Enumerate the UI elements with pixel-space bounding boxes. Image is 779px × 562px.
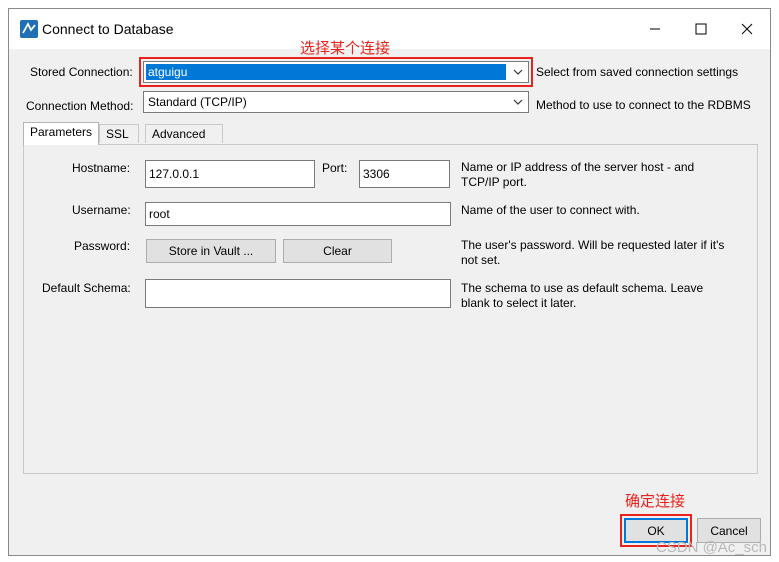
parameters-panel-body: Hostname: 127.0.0.1 Port: 3306 Name or I…: [24, 145, 757, 473]
annotation-confirm-connection: 确定连接: [625, 493, 686, 510]
annotation-select-connection: 选择某个连接: [300, 40, 391, 57]
clear-password-button[interactable]: Clear: [283, 239, 392, 263]
minimize-button[interactable]: [632, 9, 678, 49]
close-button[interactable]: [724, 9, 770, 49]
parameters-panel: Hostname: 127.0.0.1 Port: 3306 Name or I…: [23, 144, 758, 474]
connection-method-value: Standard (TCP/IP): [148, 95, 247, 109]
chevron-down-icon: [513, 99, 523, 105]
default-schema-desc: The schema to use as default schema. Lea…: [461, 281, 704, 310]
csdn-watermark: CSDN @Ac_sch: [655, 539, 767, 556]
stored-connection-desc: Select from saved connection settings: [536, 65, 739, 79]
maximize-icon: [695, 23, 707, 35]
tab-advanced[interactable]: Advanced: [145, 124, 223, 143]
hostname-input[interactable]: 127.0.0.1: [145, 160, 315, 188]
chevron-down-icon: [513, 69, 523, 75]
username-input[interactable]: root: [145, 202, 451, 226]
username-desc: Name of the user to connect with.: [461, 203, 640, 217]
stored-connection-label: Stored Connection:: [30, 65, 133, 79]
store-in-vault-button[interactable]: Store in Vault ...: [146, 239, 276, 263]
stored-connection-select[interactable]: atguigu: [143, 61, 529, 83]
default-schema-input[interactable]: [145, 279, 451, 308]
minimize-icon: [650, 28, 660, 30]
hostname-label: Hostname:: [72, 161, 131, 175]
stored-connection-value: atguigu: [148, 65, 188, 79]
hostname-desc: Name or IP address of the server host - …: [461, 160, 695, 189]
default-schema-label: Default Schema:: [42, 281, 131, 295]
connection-method-select[interactable]: Standard (TCP/IP): [143, 91, 529, 113]
connect-dialog: Connect to Database 选择某个连接 Stored Connec…: [8, 8, 771, 556]
mysql-workbench-icon: [20, 20, 38, 38]
password-desc: The user's password. Will be requested l…: [461, 238, 725, 267]
connection-method-desc: Method to use to connect to the RDBMS: [536, 98, 751, 112]
connection-method-label: Connection Method:: [26, 99, 134, 113]
maximize-button[interactable]: [678, 9, 724, 49]
close-icon: [741, 23, 753, 35]
username-label: Username:: [72, 203, 131, 217]
window-title: Connect to Database: [42, 21, 174, 37]
selection-highlight: [146, 64, 506, 80]
port-label: Port:: [322, 161, 348, 175]
password-label: Password:: [74, 239, 131, 253]
tab-ssl[interactable]: SSL: [99, 124, 139, 143]
port-input[interactable]: 3306: [359, 160, 450, 188]
tab-parameters[interactable]: Parameters: [23, 122, 99, 145]
